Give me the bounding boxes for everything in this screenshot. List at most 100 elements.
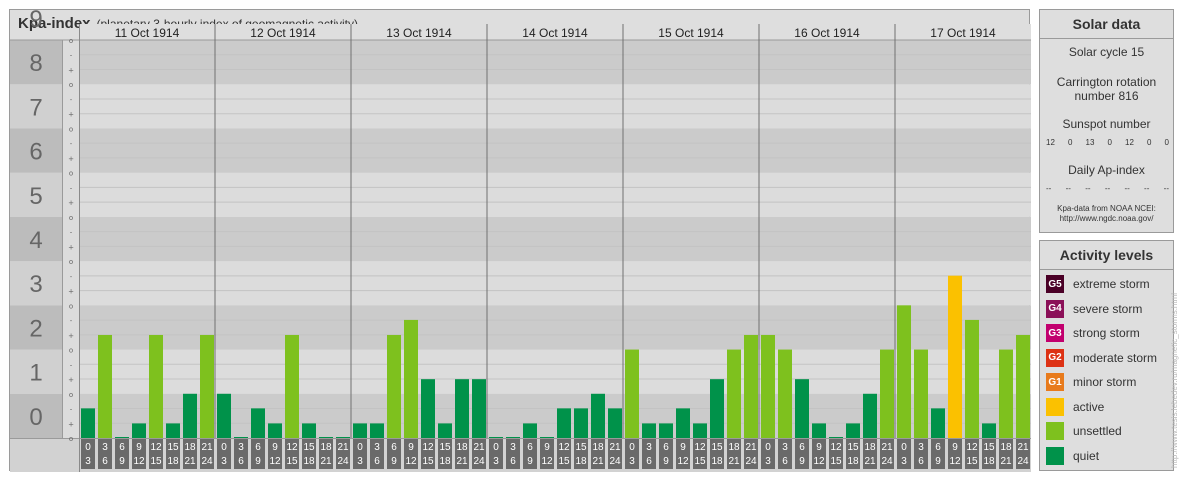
time-interval-end: 15	[558, 456, 570, 467]
time-interval-end: 6	[510, 456, 516, 467]
time-interval-end: 12	[677, 456, 689, 467]
time-interval-end: 9	[527, 456, 533, 467]
kp-bar	[455, 379, 469, 438]
kp-bar	[795, 379, 809, 438]
time-interval-end: 18	[847, 456, 859, 467]
kp-bar	[710, 379, 724, 438]
legend-swatch: G2	[1046, 348, 1064, 367]
minor-tick-label: o	[69, 302, 73, 310]
time-interval-end: 12	[949, 456, 961, 467]
time-interval-end: 9	[119, 456, 125, 467]
time-interval-end: 21	[1000, 456, 1012, 467]
legend-row: G2 moderate storm	[1046, 348, 1157, 367]
time-interval-start: 3	[374, 442, 380, 453]
time-interval-start: 6	[663, 442, 669, 453]
time-interval-end: 3	[85, 456, 91, 467]
time-interval-end: 18	[575, 456, 587, 467]
time-interval-end: 15	[150, 456, 162, 467]
kp-bar	[727, 349, 741, 438]
time-interval-start: 0	[85, 442, 91, 453]
kp-bar	[982, 423, 996, 438]
legend-row: G4 severe storm	[1046, 299, 1143, 318]
minor-tick-label: +	[68, 199, 74, 207]
activity-levels-title: Activity levels	[1059, 247, 1154, 263]
ap-index-value: --	[1163, 184, 1169, 193]
kp-bar	[880, 349, 894, 438]
time-interval-start: 3	[510, 442, 516, 453]
kp-bar	[489, 437, 503, 438]
minor-tick-label: +	[68, 111, 74, 119]
time-interval-start: 15	[983, 442, 995, 453]
time-interval-end: 12	[405, 456, 417, 467]
minor-tick-label: o	[69, 170, 73, 178]
kp-bar	[1016, 334, 1030, 438]
sunspot-value: 12	[1046, 138, 1055, 147]
legend-row: G3 strong storm	[1046, 324, 1140, 342]
kp-bar	[540, 437, 554, 438]
day-label: 15 Oct 1914	[658, 26, 724, 40]
time-interval-end: 18	[167, 456, 179, 467]
time-interval-end: 6	[918, 456, 924, 467]
kp-bar	[812, 423, 826, 438]
time-interval-start: 21	[609, 442, 621, 453]
kp-bar	[523, 423, 537, 438]
minor-tick-label: o	[69, 214, 73, 222]
kp-level-band	[79, 84, 1031, 129]
ap-index-value: --	[1124, 184, 1130, 193]
time-interval-start: 6	[527, 442, 533, 453]
minor-tick-label: +	[68, 376, 74, 384]
time-interval-end: 24	[745, 456, 757, 467]
kp-bar	[846, 423, 860, 438]
time-interval-end: 18	[983, 456, 995, 467]
time-interval-start: 18	[592, 442, 604, 453]
activity-levels-panel: Activity levels G5 extreme storm G4 severe …	[1039, 240, 1174, 471]
sunspot-value: 12	[1125, 138, 1134, 147]
time-interval-end: 12	[133, 456, 145, 467]
y-tick-label: 4	[29, 227, 42, 254]
legend-label: severe storm	[1073, 301, 1143, 316]
solar-data-title: Solar data	[1072, 16, 1141, 32]
minor-tick-label: +	[68, 420, 74, 428]
minor-tick-label: o	[69, 258, 73, 266]
kp-bar	[217, 393, 231, 438]
y-tick-label: 7	[29, 94, 42, 121]
time-interval-start: 18	[184, 442, 196, 453]
time-interval-end: 21	[592, 456, 604, 467]
legend-swatch	[1046, 422, 1064, 440]
time-axis-band	[10, 438, 1031, 472]
minor-tick-label: o	[69, 37, 73, 45]
kp-bar	[387, 334, 401, 438]
time-interval-end: 12	[813, 456, 825, 467]
time-interval-start: 18	[1000, 442, 1012, 453]
legend-swatch: G3	[1046, 324, 1064, 342]
time-interval-start: 3	[918, 442, 924, 453]
day-label: 11 Oct 1914	[115, 26, 180, 40]
time-interval-start: 21	[745, 442, 757, 453]
time-interval-start: 18	[320, 442, 332, 453]
time-interval-end: 18	[303, 456, 315, 467]
time-interval-end: 3	[221, 456, 227, 467]
time-interval-end: 9	[255, 456, 261, 467]
legend-row: active	[1046, 397, 1104, 416]
kp-bar	[132, 423, 146, 438]
time-interval-start: 12	[286, 442, 298, 453]
kp-level-band	[79, 261, 1031, 306]
time-interval-end: 12	[541, 456, 553, 467]
day-label: 12 Oct 1914	[250, 26, 316, 40]
kp-bar	[574, 408, 588, 438]
time-interval-start: 18	[728, 442, 740, 453]
time-interval-start: 3	[238, 442, 244, 453]
time-interval-start: 12	[694, 442, 706, 453]
ap-index-value: --	[1144, 184, 1150, 193]
time-interval-start: 15	[303, 442, 315, 453]
legend-swatch: G4	[1046, 299, 1064, 318]
kp-bar	[149, 334, 163, 438]
kp-bar	[591, 393, 605, 438]
y-tick-label: 9	[29, 10, 42, 33]
kp-bar	[693, 423, 707, 438]
time-interval-start: 18	[864, 442, 876, 453]
time-interval-start: 6	[391, 442, 397, 453]
kp-bar	[829, 437, 843, 438]
y-tick-label: 1	[29, 360, 42, 387]
kp-bar	[999, 349, 1013, 438]
